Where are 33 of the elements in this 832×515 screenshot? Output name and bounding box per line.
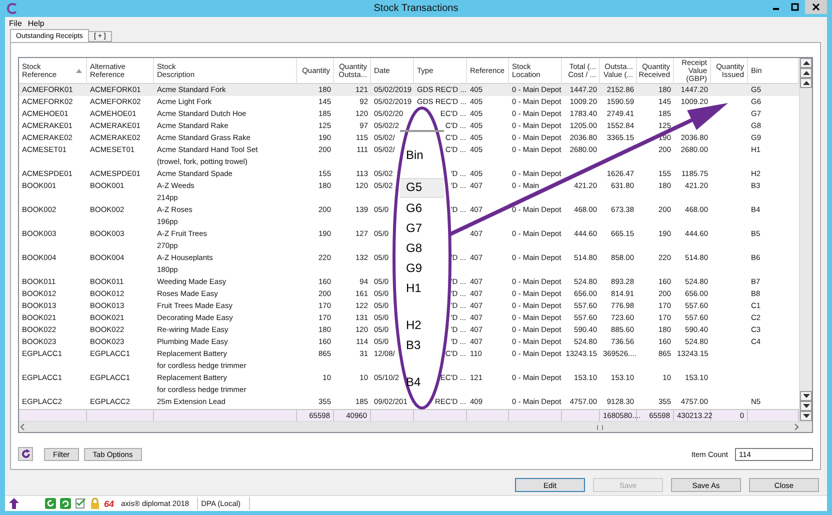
scroll-bottom-button[interactable] (800, 401, 812, 411)
menu-item[interactable]: Help (28, 18, 44, 28)
callout-bin-value: H1 (405, 280, 422, 297)
callout-bin-value: H2 (405, 317, 422, 334)
maximize-icon (791, 3, 799, 11)
scroll-up-button[interactable] (800, 58, 812, 68)
refresh-icon[interactable] (45, 498, 56, 509)
scroll-thumb[interactable] (596, 424, 602, 430)
app-logo-icon (7, 3, 17, 14)
callout-header: Bin (406, 148, 424, 162)
callout-bin-value: B3 (405, 337, 422, 354)
callout-bin-value: G7 (405, 220, 424, 237)
window-title: Stock Transactions (374, 3, 458, 14)
app-logo: 64 (104, 498, 114, 508)
up-arrow-icon[interactable] (9, 498, 19, 509)
scroll-top-button[interactable] (800, 68, 812, 78)
refresh-button[interactable] (18, 447, 33, 461)
close-button[interactable] (805, 0, 827, 14)
callout-bin-value: G6 (405, 200, 424, 217)
callout-bin-value: G8 (405, 240, 424, 257)
vertical-scrollbar[interactable] (799, 58, 812, 421)
horizontal-scrollbar[interactable] (19, 421, 812, 432)
callout-bin-value: G9 (405, 260, 424, 277)
sync-icon[interactable] (60, 498, 71, 509)
scroll-up-button[interactable] (800, 78, 812, 88)
scroll-down-button[interactable] (800, 391, 812, 401)
scroll-down-button[interactable] (800, 411, 812, 421)
refresh-icon (20, 449, 30, 459)
close-icon (812, 3, 820, 11)
callout-bin-value: G5 (400, 178, 444, 198)
scroll-left-icon[interactable] (19, 424, 27, 430)
menu-item[interactable]: File (9, 18, 22, 28)
checklist-icon[interactable] (75, 498, 86, 509)
